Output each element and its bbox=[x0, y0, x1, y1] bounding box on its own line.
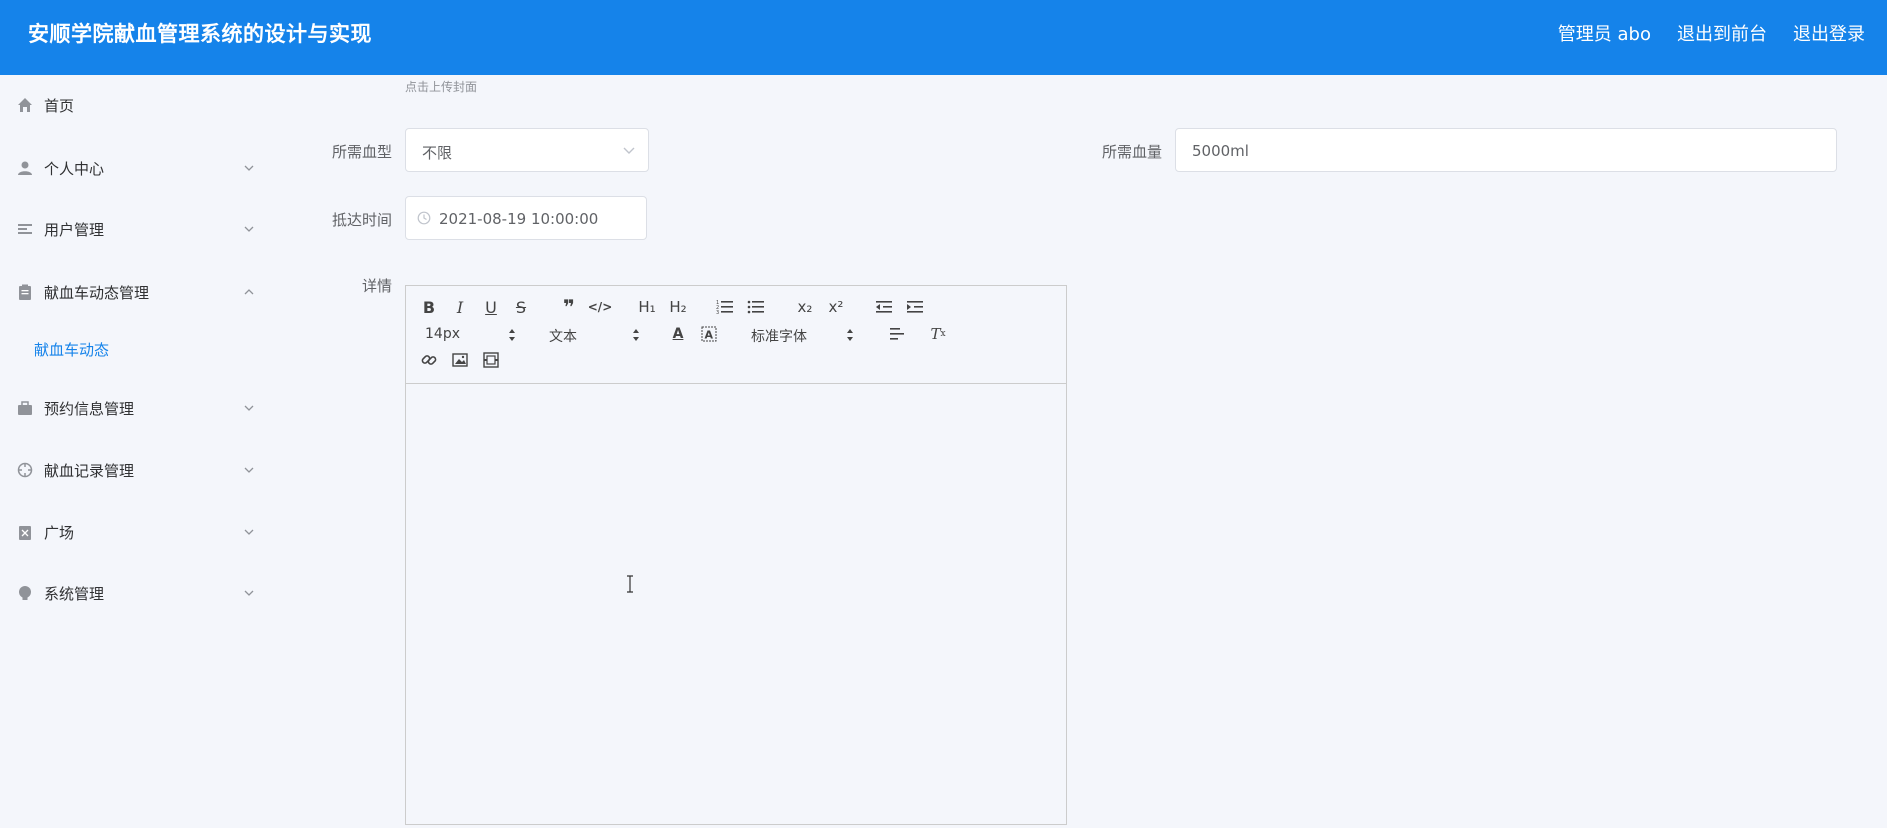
blood-volume-value: 5000ml bbox=[1192, 142, 1249, 160]
header-select[interactable]: 文本 bbox=[549, 326, 577, 346]
briefcase-icon bbox=[17, 400, 33, 416]
select-updown-icon bbox=[847, 329, 853, 341]
home-icon bbox=[17, 97, 33, 113]
sidebar-item-label: 献血车动态管理 bbox=[44, 283, 150, 302]
list-icon bbox=[17, 221, 33, 237]
flag-icon bbox=[17, 524, 33, 540]
clock-icon bbox=[417, 211, 431, 225]
underline-icon[interactable]: U bbox=[480, 296, 502, 318]
submenu-item-label: 献血车动态 bbox=[34, 340, 110, 359]
sidebar-item-label: 预约信息管理 bbox=[44, 399, 135, 418]
top-header: 安顺学院献血管理系统的设计与实现 管理员 abo 退出到前台 退出登录 bbox=[0, 0, 1887, 75]
chevron-down-icon bbox=[244, 165, 254, 171]
header-nav: 管理员 abo 退出到前台 退出登录 bbox=[1558, 20, 1865, 46]
bulb-icon bbox=[17, 585, 33, 601]
blood-type-select[interactable]: 不限 bbox=[405, 128, 649, 172]
sidebar-item-square[interactable]: 广场 bbox=[0, 512, 268, 552]
video-icon[interactable] bbox=[480, 349, 502, 371]
clear-format-icon[interactable]: Tx bbox=[927, 323, 949, 345]
rich-text-editor: B I U S ❞ </> H₁ H₂ 123 x₂ x² 14px 文本 A … bbox=[405, 285, 1067, 825]
outdent-icon[interactable] bbox=[873, 296, 895, 318]
submenu-item-bloodcar-news[interactable]: 献血车动态 bbox=[0, 331, 268, 367]
sidebar-item-label: 用户管理 bbox=[44, 220, 105, 239]
indent-icon[interactable] bbox=[904, 296, 926, 318]
chevron-up-icon bbox=[244, 289, 254, 295]
chevron-down-icon bbox=[244, 590, 254, 596]
target-icon bbox=[17, 462, 33, 478]
details-label: 详情 bbox=[361, 277, 392, 295]
editor-toolbar: B I U S ❞ </> H₁ H₂ 123 x₂ x² 14px 文本 A … bbox=[406, 286, 1066, 384]
image-icon[interactable] bbox=[449, 349, 471, 371]
text-cursor-icon bbox=[627, 575, 633, 593]
chevron-down-icon bbox=[244, 467, 254, 473]
sidebar-item-home[interactable]: 首页 bbox=[0, 85, 268, 125]
superscript-icon[interactable]: x² bbox=[825, 296, 847, 318]
clipboard-icon bbox=[17, 284, 33, 300]
ordered-list-icon[interactable]: 123 bbox=[714, 296, 736, 318]
upload-cover-hint[interactable]: 点击上传封面 bbox=[405, 78, 477, 95]
align-left-icon[interactable] bbox=[886, 323, 908, 345]
svg-text:A: A bbox=[705, 329, 714, 342]
sidebar-item-bloodcar[interactable]: 献血车动态管理 bbox=[0, 272, 268, 312]
editor-content-area[interactable] bbox=[406, 384, 1066, 824]
user-icon bbox=[17, 160, 33, 176]
header1-icon[interactable]: H₁ bbox=[636, 296, 658, 318]
chevron-down-icon bbox=[623, 147, 635, 154]
blood-type-label: 所需血型 bbox=[331, 143, 392, 161]
sidebar-item-users[interactable]: 用户管理 bbox=[0, 209, 268, 249]
chevron-down-icon bbox=[244, 405, 254, 411]
arrival-time-value: 2021-08-19 10:00:00 bbox=[439, 210, 599, 228]
font-size-select[interactable]: 14px bbox=[425, 326, 460, 342]
subscript-icon[interactable]: x₂ bbox=[794, 296, 816, 318]
sidebar-item-label: 系统管理 bbox=[44, 584, 105, 603]
blockquote-icon[interactable]: ❞ bbox=[558, 295, 580, 319]
sidebar-item-label: 广场 bbox=[44, 523, 75, 542]
text-color-icon[interactable]: A bbox=[667, 323, 689, 345]
font-family-select[interactable]: 标准字体 bbox=[751, 326, 807, 346]
select-updown-icon bbox=[633, 329, 639, 341]
exit-to-front-link[interactable]: 退出到前台 bbox=[1677, 20, 1767, 46]
sidebar-item-label: 献血记录管理 bbox=[44, 461, 135, 480]
sidebar-item-profile[interactable]: 个人中心 bbox=[0, 148, 268, 188]
italic-icon[interactable]: I bbox=[449, 296, 471, 318]
header2-icon[interactable]: H₂ bbox=[667, 296, 689, 318]
blood-volume-label: 所需血量 bbox=[1101, 143, 1162, 161]
link-icon[interactable] bbox=[418, 349, 440, 371]
svg-text:3: 3 bbox=[716, 310, 719, 315]
sidebar-item-system[interactable]: 系统管理 bbox=[0, 573, 268, 613]
sidebar-item-label: 个人中心 bbox=[44, 159, 105, 178]
app-title: 安顺学院献血管理系统的设计与实现 bbox=[28, 22, 372, 46]
bullet-list-icon[interactable] bbox=[745, 296, 767, 318]
arrival-time-label: 抵达时间 bbox=[331, 211, 392, 229]
admin-user-link[interactable]: 管理员 abo bbox=[1558, 20, 1651, 46]
sidebar-item-label: 首页 bbox=[44, 96, 75, 115]
bold-icon[interactable]: B bbox=[418, 296, 440, 318]
background-color-icon[interactable]: A bbox=[698, 323, 720, 345]
select-updown-icon bbox=[509, 329, 515, 341]
code-block-icon[interactable]: </> bbox=[588, 296, 613, 318]
sidebar-item-records[interactable]: 献血记录管理 bbox=[0, 450, 268, 490]
arrival-time-picker[interactable]: 2021-08-19 10:00:00 bbox=[405, 196, 647, 240]
logout-link[interactable]: 退出登录 bbox=[1793, 20, 1865, 46]
blood-type-value: 不限 bbox=[422, 144, 453, 162]
blood-volume-input[interactable]: 5000ml bbox=[1175, 128, 1837, 172]
chevron-down-icon bbox=[244, 529, 254, 535]
strike-icon[interactable]: S bbox=[510, 296, 532, 318]
sidebar-item-appointments[interactable]: 预约信息管理 bbox=[0, 388, 268, 428]
chevron-down-icon bbox=[244, 226, 254, 232]
sidebar: 首页 个人中心 用户管理 献血车动态管理 献血车动态 预约信息管理 献血记录管理… bbox=[0, 75, 268, 828]
